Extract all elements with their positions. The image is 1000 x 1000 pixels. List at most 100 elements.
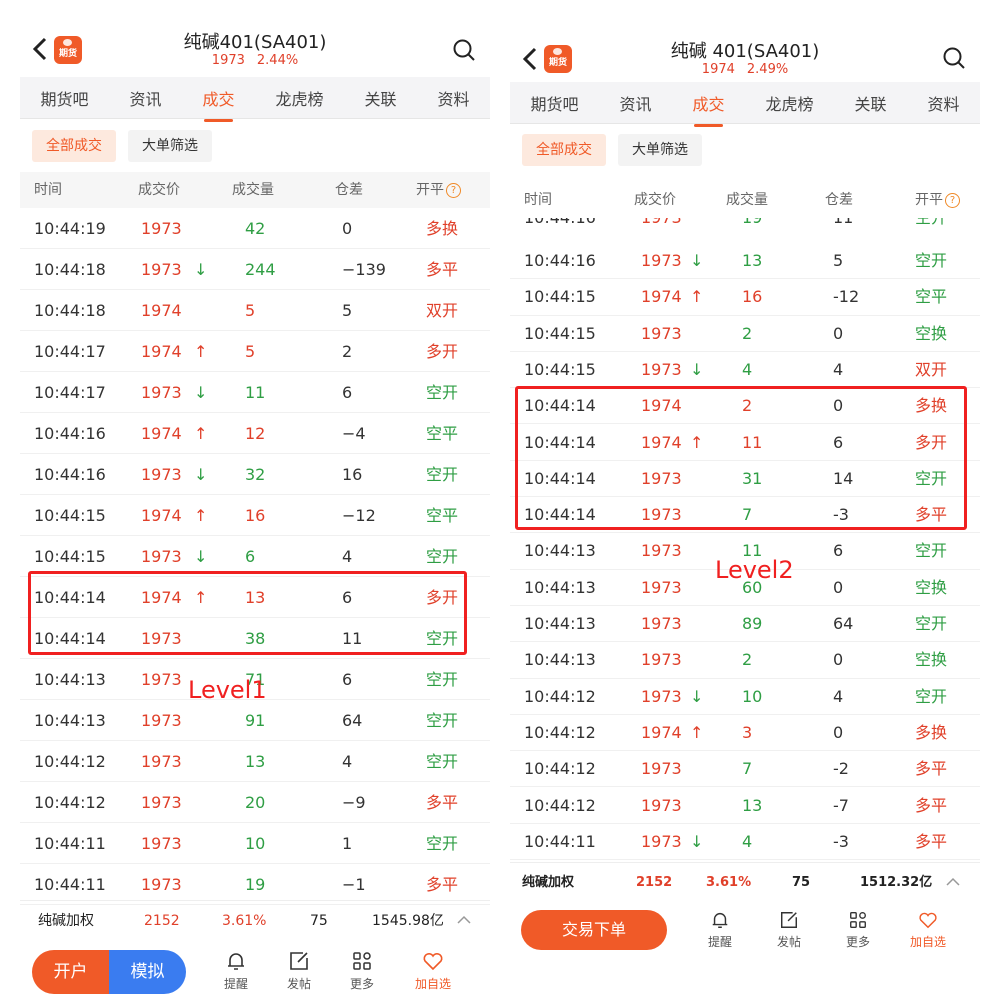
table-row[interactable]: 10:44:17 1974 ↑ 5 2 多开 [20,331,490,372]
table-row[interactable]: 10:44:15 1974 ↑ 16 −12 空平 [20,495,490,536]
filter-large-orders[interactable]: 大单筛选 [128,130,212,162]
row-price: 1973 [641,218,682,228]
table-row[interactable]: 10:44:11 1973 19 −1 多平 [20,864,490,905]
filter-all-trades[interactable]: 全部成交 [522,134,606,166]
row-oi-change: −4 [342,424,366,443]
index-footer: 纯碱加权 2152 3.61% 75 1512.32亿 [510,862,980,902]
heart-icon [919,912,937,929]
row-price: 1973 [641,614,682,633]
row-oi-change: 6 [342,670,353,689]
table-row[interactable]: 10:44:11 1973 10 1 空开 [20,823,490,864]
highlight-box [515,386,967,530]
search-icon[interactable] [942,46,966,70]
table-row[interactable]: 10:44:15 1974 ↑ 16 -12 空平 [510,279,980,316]
row-price: 1973 [141,711,182,730]
table-row[interactable]: 10:44:19 1973 42 0 多换 [20,208,490,249]
help-icon[interactable]: ? [446,182,461,198]
row-arrow: ↑ [194,342,208,361]
chevron-up-icon[interactable] [457,915,471,925]
table-row[interactable]: 10:44:12 1973 13 -7 多平 [510,788,980,824]
table-row[interactable]: 10:44:18 1974 5 5 双开 [20,290,490,331]
nav-favorite[interactable]: 加自选 [903,910,953,950]
nav-alert[interactable]: 提醒 [218,950,254,992]
row-type: 多平 [426,260,459,279]
tab-related[interactable]: 关联 [850,91,890,115]
nav-post-label: 发帖 [286,977,311,991]
open-account-button[interactable]: 开户 [32,950,109,994]
filter-large-orders[interactable]: 大单筛选 [618,134,702,166]
table-row[interactable]: 10:44:13 1973 89 64 空开 [510,606,980,643]
row-time: 10:44:17 [34,383,106,402]
row-price: 1974 [141,342,182,361]
nav-favorite-label: 加自选 [909,935,946,949]
row-oi-change: 64 [342,711,363,730]
tab-trades[interactable]: 成交 [198,86,238,122]
table-row[interactable]: 10:44:18 1973 ↓ 244 −139 多平 [20,249,490,290]
index-amount: 1545.98亿 [372,913,444,929]
table-row[interactable]: 10:44:15 1973 2 0 空换 [510,316,980,352]
table-row[interactable]: 10:44:12 1973 ↓ 10 4 空开 [510,679,980,715]
row-volume: 19 [742,218,762,228]
table-row[interactable]: 10:44:13 1973 91 64 空开 [20,700,490,741]
tab-forum[interactable]: 期货吧 [526,91,582,115]
account-button-group: 开户 模拟 [32,950,186,994]
row-volume: 4 [742,831,753,851]
nav-post[interactable]: 发帖 [771,910,807,950]
search-icon[interactable] [452,38,476,62]
tab-related[interactable]: 关联 [360,86,400,110]
row-arrow: ↓ [690,251,704,270]
table-row[interactable]: 10:44:12 1974 ↑ 3 0 多换 [510,715,980,752]
tab-info[interactable]: 资料 [923,91,963,115]
table-row[interactable]: 10:44:13 1973 2 0 空换 [510,642,980,679]
nav-post[interactable]: 发帖 [281,950,317,992]
tab-ranking[interactable]: 龙虎榜 [761,91,817,115]
simulate-button[interactable]: 模拟 [109,950,186,994]
tab-trades[interactable]: 成交 [688,91,728,127]
row-arrow: ↓ [690,686,704,706]
tab-forum[interactable]: 期货吧 [36,86,92,110]
row-time: 10:44:15 [524,287,596,307]
table-row[interactable]: 10:44:15 1973 ↓ 4 4 双开 [510,352,980,389]
tab-info[interactable]: 资料 [433,86,473,110]
row-oi-change: −139 [342,260,386,279]
row-price: 1973 [641,577,682,597]
col-oi-change: 仓差 [335,182,363,198]
nav-more[interactable]: 更多 [840,910,876,950]
row-volume: 3 [742,722,753,742]
row-type: 空开 [426,711,459,730]
col-open-close-label: 开平 [416,182,444,198]
row-oi-change: 0 [833,577,844,597]
chevron-up-icon[interactable] [946,877,960,887]
row-type: 空换 [915,577,948,597]
table-row[interactable]: 10:44:16 1973 19 11 空开 [510,218,980,228]
row-type: 空开 [426,465,459,484]
row-type: 空开 [426,752,459,771]
place-order-button[interactable]: 交易下单 [521,910,667,950]
index-change: 3.61% [706,875,752,890]
tab-news[interactable]: 资讯 [615,91,655,115]
row-oi-change: 5 [342,301,353,320]
table-row[interactable]: 10:44:16 1974 ↑ 12 −4 空平 [20,413,490,454]
table-row[interactable]: 10:44:12 1973 20 −9 多平 [20,782,490,823]
nav-alert-label: 提醒 [707,935,732,949]
row-oi-change: 0 [833,323,844,343]
row-arrow: ↑ [690,722,704,742]
row-price: 1974 [141,506,182,525]
table-row[interactable]: 10:44:12 1973 13 4 空开 [20,741,490,782]
table-row[interactable]: 10:44:11 1973 ↓ 4 -3 多平 [510,824,980,861]
nav-favorite[interactable]: 加自选 [408,950,458,992]
nav-more[interactable]: 更多 [344,950,380,992]
filter-all-trades[interactable]: 全部成交 [32,130,116,162]
nav-alert[interactable]: 提醒 [702,910,738,950]
row-time: 10:44:11 [524,831,596,851]
row-oi-change: -2 [833,759,849,779]
help-icon[interactable]: ? [945,192,960,208]
table-row[interactable]: 10:44:16 1973 ↓ 32 16 空开 [20,454,490,495]
tab-news[interactable]: 资讯 [125,86,165,110]
table-row[interactable]: 10:44:16 1973 ↓ 13 5 空开 [510,243,980,280]
row-time: 10:44:13 [524,614,596,633]
tab-ranking[interactable]: 龙虎榜 [271,86,327,110]
row-volume: 12 [245,424,266,443]
table-row[interactable]: 10:44:12 1973 7 -2 多平 [510,751,980,788]
table-row[interactable]: 10:44:17 1973 ↓ 11 6 空开 [20,372,490,413]
